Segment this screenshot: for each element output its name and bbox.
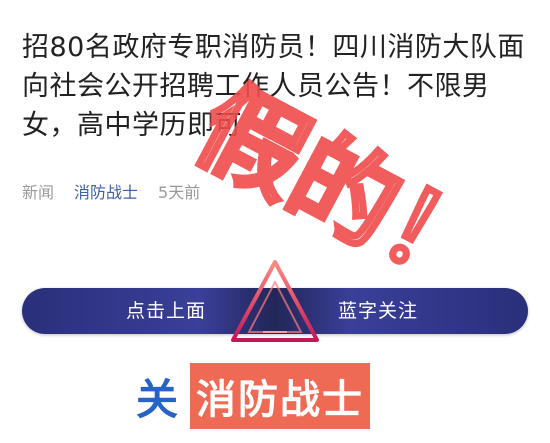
follow-banner[interactable]: 点击上面 蓝字关注 [22,260,528,342]
banner-right-label: 蓝字关注 [338,300,419,322]
article-meta: 新闻 消防战士 5天前 [22,178,220,204]
author-link[interactable]: 消防战士 [74,179,138,203]
footer-account-name[interactable]: 消防战士 [190,363,371,429]
article-title: 招80名政府专职消防员！四川消防大队面向社会公开招聘工作人员公告！不限男女，高中… [22,32,525,141]
banner-left-label: 点击上面 [126,300,207,322]
follow-footer: 关 消防战士 [136,363,371,429]
triangle-emblem-icon [231,260,319,342]
footer-prefix: 关 [136,374,179,424]
article-category: 新闻 [22,183,55,202]
publish-time: 5天前 [158,183,201,202]
